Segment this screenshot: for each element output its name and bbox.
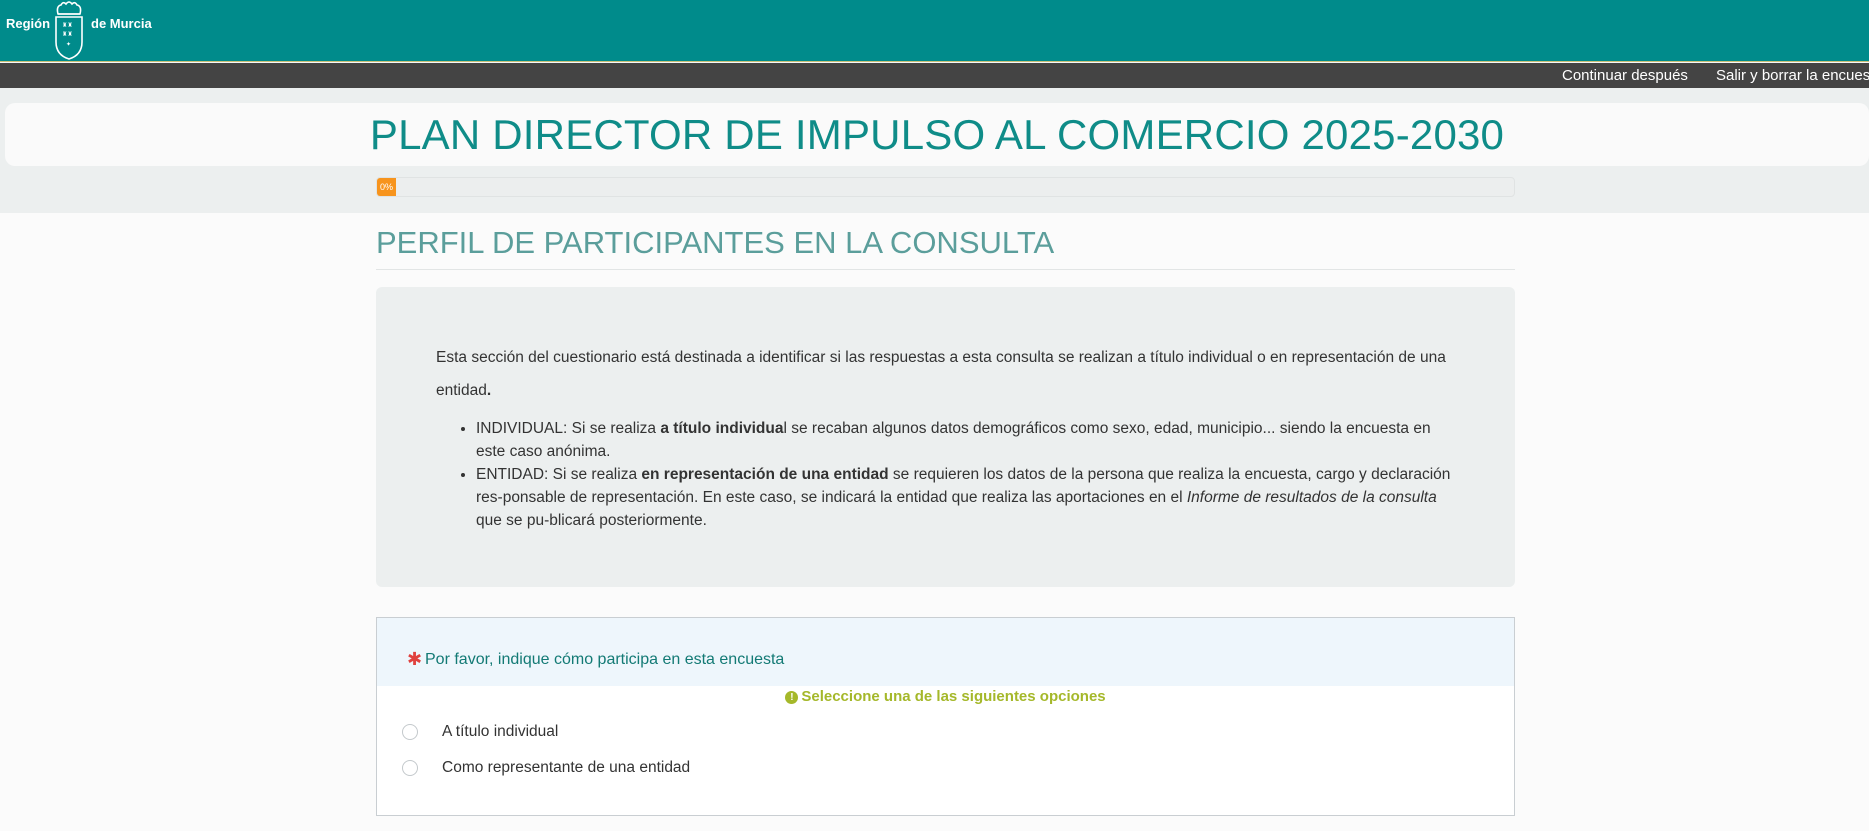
bullet-italic: Informe de resultados de la consulta	[1186, 489, 1437, 506]
question-participation-type: ✱ Por favor, indique cómo participa en e…	[376, 617, 1515, 816]
radio-individual[interactable]	[402, 724, 418, 740]
mandatory-asterisk-icon: ✱	[407, 649, 423, 669]
bullet-text: ENTIDAD: Si se realiza	[476, 466, 642, 483]
question-text: Por favor, indique cómo participa en est…	[425, 651, 785, 668]
logo-text-region: Región	[6, 16, 51, 31]
question-tip: ! Seleccione una de las siguientes opcion…	[377, 688, 1514, 710]
intro-end: .	[486, 382, 492, 399]
participation-types-list: INDIVIDUAL: Si se realiza a título indiv…	[436, 417, 1455, 532]
intro-paragraph: Esta sección del cuestionario está desti…	[436, 341, 1455, 407]
progress-bar: 0%	[376, 177, 1515, 197]
progress-fill: 0%	[377, 178, 396, 196]
survey-title-card: PLAN DIRECTOR DE IMPULSO AL COMERCIO 202…	[5, 103, 1869, 166]
svg-text:♜♜: ♜♜	[62, 22, 73, 29]
answer-label[interactable]: A título individual	[442, 723, 558, 741]
exit-and-clear-link[interactable]: Salir y borrar la encuesta	[1716, 67, 1869, 84]
coat-of-arms-icon: ♜♜ ♜♜ ✦	[55, 1, 83, 60]
list-item-individual: INDIVIDUAL: Si se realiza a título indiv…	[476, 417, 1455, 463]
bullet-text: que se pu-blicará posteriormente.	[476, 512, 707, 529]
svg-text:✦: ✦	[66, 41, 71, 48]
group-title: PERFIL DE PARTICIPANTES EN LA CONSULTA	[376, 225, 1515, 270]
exclamation-circle-icon: !	[785, 691, 799, 704]
bullet-bold: en representación de una entidad	[641, 466, 889, 483]
bullet-text: INDIVIDUAL: Si se realiza	[476, 420, 661, 437]
continue-later-link[interactable]: Continuar después	[1562, 67, 1688, 84]
question-tip-text: Seleccione una de las siguientes opcione…	[801, 688, 1106, 705]
group-description: Esta sección del cuestionario está desti…	[376, 287, 1515, 587]
intro-text: Esta sección del cuestionario está desti…	[436, 349, 1446, 399]
question-header: ✱ Por favor, indique cómo participa en e…	[377, 618, 1514, 686]
survey-navbar: Continuar después Salir y borrar la encu…	[0, 63, 1869, 88]
logo-text-murcia: de Murcia	[91, 16, 152, 31]
survey-title: PLAN DIRECTOR DE IMPULSO AL COMERCIO 202…	[369, 111, 1505, 158]
list-item-entity: ENTIDAD: Si se realiza en representación…	[476, 463, 1455, 532]
bullet-bold: a título individua	[660, 420, 784, 437]
answer-option-entity[interactable]: Como representante de una entidad	[402, 756, 690, 780]
region-logo[interactable]: Región ♜♜ ♜♜ ✦ de Murcia	[6, 0, 166, 62]
answer-label[interactable]: Como representante de una entidad	[442, 759, 690, 777]
site-header: Región ♜♜ ♜♜ ✦ de Murcia	[0, 0, 1869, 62]
radio-entity[interactable]	[402, 760, 418, 776]
answer-option-individual[interactable]: A título individual	[402, 720, 558, 744]
svg-text:♜♜: ♜♜	[62, 31, 73, 38]
